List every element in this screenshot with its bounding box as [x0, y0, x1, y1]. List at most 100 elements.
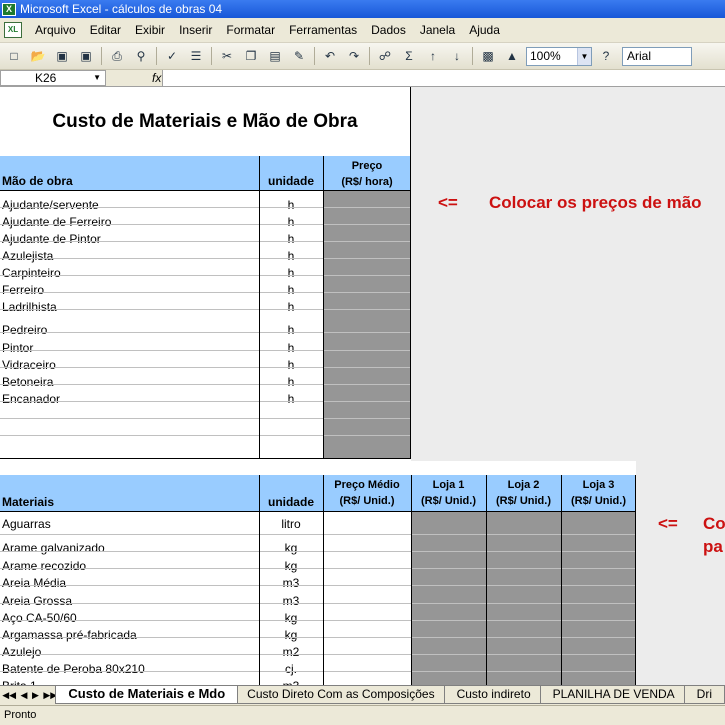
save-icon[interactable]: ▣	[52, 46, 72, 66]
material-row-name[interactable]: Arame galvanizado	[2, 540, 257, 557]
material-row-name[interactable]: Aguarras	[2, 516, 257, 533]
paste-icon[interactable]: ▤	[265, 46, 285, 66]
gridline	[259, 475, 260, 685]
labor-row-name[interactable]: Carpinteiro	[2, 265, 257, 282]
tab-custo-direto[interactable]: Custo Direto Com as Composições	[234, 686, 448, 704]
gridline	[0, 241, 411, 242]
sort-ascending-icon[interactable]: ↑	[423, 46, 443, 66]
labor-row-name[interactable]: Ajudante de Pintor	[2, 231, 257, 248]
prev-sheet-icon[interactable]: ◀	[21, 690, 28, 701]
material-row-name[interactable]: Areia Grossa	[2, 593, 257, 610]
material-row-name[interactable]: Argamassa pré-fabricada	[2, 627, 257, 644]
status-text: Pronto	[4, 709, 37, 721]
labor-row-unit[interactable]: h	[259, 391, 323, 408]
labor-row-unit[interactable]: h	[259, 248, 323, 265]
menu-formatar[interactable]: Formatar	[219, 20, 282, 40]
material-row-name[interactable]: Azulejo	[2, 644, 257, 661]
material-row-name[interactable]: Brita 1	[2, 678, 257, 685]
gridline	[0, 637, 636, 638]
labor-row-unit[interactable]: h	[259, 357, 323, 374]
gridline	[0, 190, 411, 191]
menu-inserir[interactable]: Inserir	[172, 20, 219, 40]
chevron-down-icon[interactable]: ▼	[93, 71, 101, 85]
labor-row-unit[interactable]: h	[259, 299, 323, 316]
first-sheet-icon[interactable]: ◀◀	[2, 690, 16, 701]
material-row-unit[interactable]: kg	[259, 627, 323, 644]
material-row-unit[interactable]: m3	[259, 593, 323, 610]
sort-descending-icon[interactable]: ↓	[447, 46, 467, 66]
material-row-name[interactable]: Aço CA-50/60	[2, 610, 257, 627]
menu-janela[interactable]: Janela	[413, 20, 462, 40]
labor-row-name[interactable]: Ferreiro	[2, 282, 257, 299]
menu-exibir[interactable]: Exibir	[128, 20, 172, 40]
labor-row-unit[interactable]: h	[259, 322, 323, 339]
tab-dri[interactable]: Dri	[683, 686, 725, 704]
chart-wizard-icon[interactable]: ▩	[478, 46, 498, 66]
material-row-unit[interactable]: kg	[259, 540, 323, 557]
labor-row-unit[interactable]: h	[259, 340, 323, 357]
menu-editar[interactable]: Editar	[83, 20, 128, 40]
labor-row-unit[interactable]: h	[259, 282, 323, 299]
labor-row-unit[interactable]: h	[259, 265, 323, 282]
new-document-icon[interactable]: □	[4, 46, 24, 66]
chevron-down-icon[interactable]: ▼	[577, 47, 591, 65]
material-row-unit[interactable]: m2	[259, 644, 323, 661]
menu-dados[interactable]: Dados	[364, 20, 413, 40]
store-price-input-area[interactable]	[411, 511, 636, 685]
labor-row-unit[interactable]: h	[259, 374, 323, 391]
material-row-name[interactable]: Areia Média	[2, 575, 257, 592]
material-row-unit[interactable]: litro	[259, 516, 323, 533]
menu-ferramentas[interactable]: Ferramentas	[282, 20, 364, 40]
cell-reference: K26	[35, 71, 57, 85]
labor-row-name[interactable]: Vidraceiro	[2, 357, 257, 374]
material-row-unit[interactable]: m3	[259, 678, 323, 685]
copy-icon[interactable]: ❐	[241, 46, 261, 66]
labor-row-name[interactable]: Ladrilhista	[2, 299, 257, 316]
labor-row-name[interactable]: Pedreiro	[2, 322, 257, 339]
formula-input[interactable]	[162, 70, 725, 86]
material-row-unit[interactable]: kg	[259, 610, 323, 627]
workbook-icon[interactable]: XL	[4, 22, 22, 38]
labor-row-name[interactable]: Ajudante de Ferreiro	[2, 214, 257, 231]
cut-icon[interactable]: ✂	[217, 46, 237, 66]
zoom-select[interactable]: 100% ▼	[526, 46, 592, 66]
font-name-select[interactable]: Arial	[622, 46, 692, 66]
material-row-unit[interactable]: cj.	[259, 661, 323, 678]
autosum-icon[interactable]: Σ	[399, 46, 419, 66]
open-folder-icon[interactable]: 📂	[28, 46, 48, 66]
labor-row-unit[interactable]: h	[259, 214, 323, 231]
labor-row-name[interactable]: Encanador	[2, 391, 257, 408]
insert-function-icon[interactable]: fx	[106, 71, 162, 85]
material-row-unit[interactable]: m3	[259, 575, 323, 592]
spelling-icon[interactable]: ✓	[162, 46, 182, 66]
hyperlink-icon[interactable]: ☍	[375, 46, 395, 66]
drawing-icon[interactable]: ▲	[502, 46, 522, 66]
material-row-unit[interactable]: kg	[259, 558, 323, 575]
labor-col-name-header: Mão de obra	[2, 174, 73, 188]
gridline	[0, 384, 411, 385]
research-icon[interactable]: ☰	[186, 46, 206, 66]
tab-planilha-venda[interactable]: PLANILHA DE VENDA	[539, 686, 688, 704]
labor-row-unit[interactable]: h	[259, 197, 323, 214]
help-icon[interactable]: ?	[596, 46, 616, 66]
labor-row-name[interactable]: Pintor	[2, 340, 257, 357]
redo-icon[interactable]: ↷	[344, 46, 364, 66]
labor-row-unit[interactable]: h	[259, 231, 323, 248]
material-row-name[interactable]: Arame recozido	[2, 558, 257, 575]
labor-row-name[interactable]: Azulejista	[2, 248, 257, 265]
next-sheet-icon[interactable]: ▶	[32, 690, 39, 701]
tab-custo-materiais[interactable]: Custo de Materiais e Mdo	[55, 686, 239, 704]
permission-icon[interactable]: ▣	[76, 46, 96, 66]
labor-row-name[interactable]: Ajudante/servente	[2, 197, 257, 214]
menu-ajuda[interactable]: Ajuda	[462, 20, 507, 40]
name-box[interactable]: K26 ▼	[0, 70, 106, 86]
labor-row-name[interactable]: Betoneira	[2, 374, 257, 391]
worksheet-grid[interactable]: Custo de Materiais e Mão de Obra Mão de …	[0, 87, 725, 685]
tab-custo-indireto[interactable]: Custo indireto	[443, 686, 544, 704]
print-preview-icon[interactable]: ⚲	[131, 46, 151, 66]
format-painter-icon[interactable]: ✎	[289, 46, 309, 66]
undo-icon[interactable]: ↶	[320, 46, 340, 66]
material-row-name[interactable]: Batente de Peroba 80x210	[2, 661, 257, 678]
menu-arquivo[interactable]: Arquivo	[28, 20, 83, 40]
print-icon[interactable]: ⎙	[107, 46, 127, 66]
